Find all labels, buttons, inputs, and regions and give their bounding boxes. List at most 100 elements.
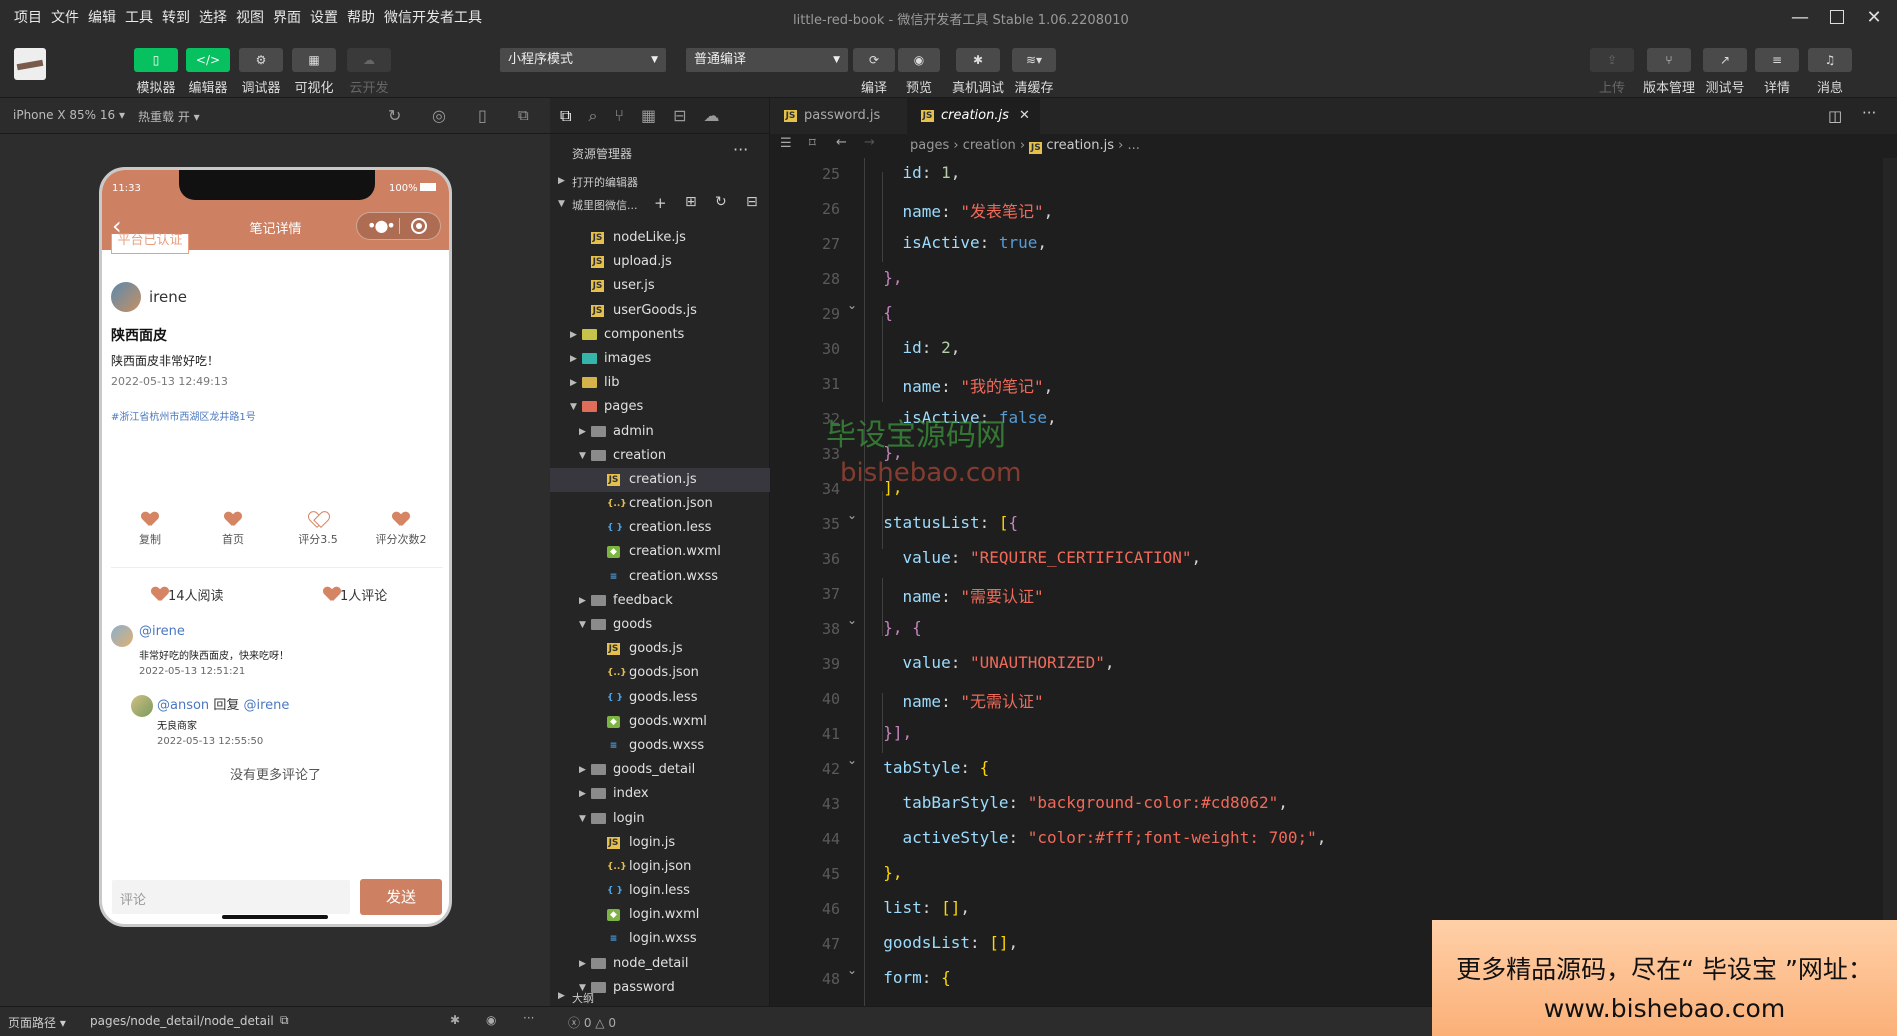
- action-rating-count[interactable]: 评分次数2: [369, 512, 433, 547]
- new-file-icon[interactable]: +: [654, 194, 667, 212]
- author-avatar[interactable]: [111, 282, 141, 312]
- refresh-tree-icon[interactable]: ↻: [715, 194, 727, 210]
- code-area[interactable]: id: 1, name: "发表笔记", isActive: true, }, …: [864, 158, 1897, 1006]
- fold-chevron-icon[interactable]: ⌄: [847, 963, 857, 977]
- bookmark-icon[interactable]: ⌑: [809, 136, 816, 151]
- tree-item-images[interactable]: ▶ images: [550, 347, 770, 371]
- cloud-toggle[interactable]: ☁ 云开发: [347, 48, 391, 96]
- crumb-creation[interactable]: creation: [963, 138, 1016, 153]
- eye-icon[interactable]: ◉: [486, 1013, 496, 1027]
- editor-toggle[interactable]: </> 编辑器: [186, 48, 230, 96]
- menu-select[interactable]: 选择: [199, 7, 227, 27]
- files-icon[interactable]: ⧉: [560, 106, 571, 126]
- action-copy[interactable]: 复制: [127, 512, 173, 547]
- comment-user[interactable]: @irene: [139, 624, 185, 639]
- fold-chevron-icon[interactable]: ⌄: [847, 508, 857, 522]
- close-tab-icon[interactable]: ✕: [1019, 98, 1030, 134]
- messages-button[interactable]: ♫ 消息: [1808, 48, 1852, 96]
- compile-select[interactable]: 普通编译 ▼: [686, 48, 848, 72]
- tree-item-creation-less[interactable]: { } creation.less: [550, 516, 770, 540]
- tree-item-login-wxml[interactable]: ◆ login.wxml: [550, 903, 770, 927]
- scrollbar[interactable]: [1883, 158, 1897, 1006]
- back-arrow-icon[interactable]: ←: [836, 135, 847, 150]
- clear-cache-button[interactable]: ≋▾ 清缓存: [1012, 48, 1056, 96]
- fold-chevron-icon[interactable]: ⌄: [847, 613, 857, 627]
- outline-section[interactable]: ▶ 大纲: [550, 988, 770, 1006]
- reply-target[interactable]: @irene: [243, 698, 289, 713]
- tree-item-admin[interactable]: ▶ admin: [550, 420, 770, 444]
- tree-item-login-less[interactable]: { } login.less: [550, 879, 770, 903]
- tree-item-goods-wxss[interactable]: ≡ goods.wxss: [550, 734, 770, 758]
- action-home[interactable]: 首页: [210, 512, 256, 547]
- menu-settings[interactable]: 设置: [310, 7, 338, 27]
- search-icon[interactable]: ⌕: [588, 106, 597, 126]
- tree-item-goods-json[interactable]: {..} goods.json: [550, 661, 770, 685]
- tree-item-login-js[interactable]: JS login.js: [550, 831, 770, 855]
- details-button[interactable]: ≡ 详情: [1755, 48, 1799, 96]
- menu-interface[interactable]: 界面: [273, 7, 301, 27]
- tree-item-creation-wxss[interactable]: ≡ creation.wxss: [550, 565, 770, 589]
- tree-item-goods-js[interactable]: JS goods.js: [550, 637, 770, 661]
- comment-input[interactable]: 评论: [112, 880, 350, 914]
- storage-icon[interactable]: ⊟: [673, 106, 686, 125]
- upload-button[interactable]: ⇪ 上传: [1590, 48, 1634, 96]
- avatar[interactable]: [14, 48, 46, 80]
- compile-button[interactable]: ⟳ 编译: [853, 48, 895, 96]
- bug-icon[interactable]: ✱: [450, 1013, 460, 1027]
- tree-item-login[interactable]: ▼ login: [550, 807, 770, 831]
- version-button[interactable]: ⑂ 版本管理: [1643, 48, 1695, 96]
- problems-indicator[interactable]: ⓧ 0 △ 0: [568, 1014, 616, 1031]
- tree-item-usergoods-js[interactable]: JS userGoods.js: [550, 299, 770, 323]
- fold-chevron-icon[interactable]: ⌄: [847, 298, 857, 312]
- menu-project[interactable]: 项目: [14, 7, 42, 27]
- new-folder-icon[interactable]: ⊞: [685, 194, 697, 210]
- popout-icon[interactable]: ⧉: [518, 106, 529, 124]
- tree-item-index[interactable]: ▶ index: [550, 782, 770, 806]
- menu-tools[interactable]: 工具: [125, 7, 153, 27]
- tree-item-upload-js[interactable]: JS upload.js: [550, 250, 770, 274]
- refresh-icon[interactable]: ↻: [388, 106, 401, 125]
- menu-devtools[interactable]: 微信开发者工具: [384, 7, 482, 27]
- more-icon[interactable]: ···: [523, 1011, 534, 1025]
- tree-item-login-wxss[interactable]: ≡ login.wxss: [550, 927, 770, 951]
- crumb-file[interactable]: creation.js: [1046, 138, 1114, 153]
- send-button[interactable]: 发送: [360, 879, 442, 915]
- tree-item-lib[interactable]: ▶ lib: [550, 371, 770, 395]
- crumb-pages[interactable]: pages: [910, 138, 949, 153]
- author-name[interactable]: irene: [149, 288, 187, 306]
- preview-button[interactable]: ◉ 预览: [898, 48, 940, 96]
- location-tag[interactable]: #浙江省杭州市西湖区龙井路1号: [111, 408, 256, 423]
- menu-help[interactable]: 帮助: [347, 7, 375, 27]
- collapse-icon[interactable]: ⊟: [746, 194, 758, 210]
- tree-item-components[interactable]: ▶ components: [550, 323, 770, 347]
- debugger-toggle[interactable]: ⚙ 调试器: [239, 48, 283, 96]
- hot-reload-select[interactable]: 热重载 开 ▾: [138, 108, 200, 125]
- mode-select[interactable]: 小程序模式 ▼: [500, 48, 666, 72]
- remote-debug-button[interactable]: ✱ 真机调试: [952, 48, 1004, 96]
- tree-item-user-js[interactable]: JS user.js: [550, 274, 770, 298]
- extensions-icon[interactable]: ▦: [641, 106, 656, 125]
- close-mini-icon[interactable]: [411, 218, 427, 234]
- tree-item-creation-json[interactable]: {..} creation.json: [550, 492, 770, 516]
- test-account-button[interactable]: ↗ 测试号: [1703, 48, 1747, 96]
- tree-item-goods-detail[interactable]: ▶ goods_detail: [550, 758, 770, 782]
- copy-icon[interactable]: ⧉: [280, 1013, 289, 1028]
- crumb-symbol[interactable]: ...: [1127, 138, 1139, 153]
- git-icon[interactable]: ⑂: [614, 106, 624, 125]
- tree-item-node-detail[interactable]: ▶ node_detail: [550, 952, 770, 976]
- tree-item-goods-less[interactable]: { } goods.less: [550, 686, 770, 710]
- page-path-select[interactable]: 页面路径 ▾: [8, 1014, 66, 1031]
- menu-edit[interactable]: 编辑: [88, 7, 116, 27]
- tree-item-creation[interactable]: ▼ creation: [550, 444, 770, 468]
- simulator-toggle[interactable]: ▯ 模拟器: [134, 48, 178, 96]
- more-dots-icon[interactable]: •●•: [367, 216, 396, 235]
- menu-goto[interactable]: 转到: [162, 7, 190, 27]
- open-editors-section[interactable]: ▶ 打开的编辑器: [550, 170, 770, 192]
- tree-item-login-json[interactable]: {..} login.json: [550, 855, 770, 879]
- docker-icon[interactable]: ☁: [704, 106, 720, 125]
- split-editor-icon[interactable]: ◫: [1828, 107, 1842, 125]
- fold-chevron-icon[interactable]: ⌄: [847, 753, 857, 767]
- menu-view[interactable]: 视图: [236, 7, 264, 27]
- tree-item-nodelike-js[interactable]: JS nodeLike.js: [550, 226, 770, 250]
- more-icon[interactable]: ···: [733, 140, 748, 159]
